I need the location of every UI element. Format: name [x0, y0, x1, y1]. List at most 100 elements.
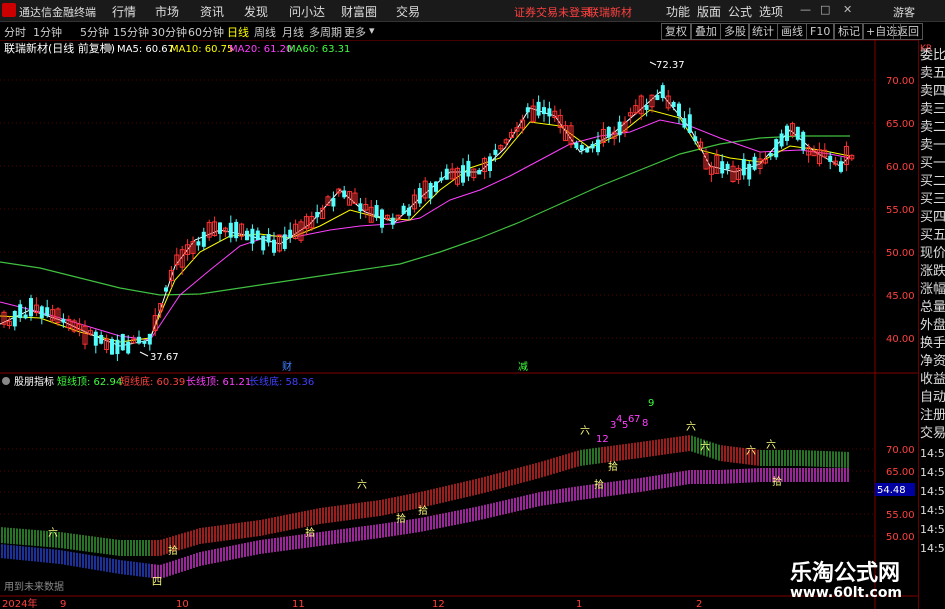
number-mark: 12	[596, 434, 609, 445]
quote-row-buy4[interactable]: 买四	[920, 210, 945, 225]
trade-login-notice[interactable]: 证券交易未登录	[514, 4, 591, 20]
menu-banmian[interactable]: 版面	[697, 3, 721, 20]
quote-row-change[interactable]: 涨跌	[920, 264, 945, 279]
guest-label[interactable]: 游客	[893, 4, 915, 20]
button-back[interactable]: 返回	[893, 23, 923, 40]
quote-row-buy1[interactable]: 买一	[920, 156, 945, 171]
menu-zixun[interactable]: 资讯	[200, 3, 224, 20]
period-toolbar: 分时 1分钟 5分钟 15分钟 30分钟 60分钟 日线 周线 月线 多周期 更…	[0, 22, 945, 41]
tab-more[interactable]: 更多	[344, 24, 366, 40]
quote-row-price[interactable]: 现价	[920, 246, 945, 261]
quote-row-net-assets[interactable]: 净资	[920, 354, 945, 369]
tab-5min[interactable]: 5分钟	[80, 24, 109, 40]
quote-row-sell5[interactable]: 卖五	[920, 66, 945, 81]
mark: 拾	[168, 544, 178, 557]
tab-monthly[interactable]: 月线	[282, 24, 304, 40]
menu-jiaoyi[interactable]: 交易	[396, 3, 420, 20]
quote-row-volume[interactable]: 总量	[920, 300, 945, 315]
quote-row-buy3[interactable]: 买三	[920, 192, 945, 207]
tab-daily[interactable]: 日线	[227, 24, 249, 40]
quote-row-sell4[interactable]: 卖四	[920, 84, 945, 99]
button-huaxian[interactable]: 画线	[777, 23, 807, 40]
maximize-icon[interactable]: □	[820, 3, 830, 16]
tab-weekly[interactable]: 周线	[254, 24, 276, 40]
menu-hangqing[interactable]: 行情	[112, 3, 136, 20]
chart-settings-icon[interactable]	[104, 44, 112, 52]
candle-body	[590, 143, 595, 149]
quote-row-weibi[interactable]: 委比	[920, 48, 945, 63]
tab-fenshi[interactable]: 分时	[4, 24, 26, 40]
candle-body	[606, 126, 611, 138]
candle-body	[196, 241, 201, 246]
ma60-label: MA60: 63.31	[287, 44, 350, 55]
mark: 拾	[396, 512, 406, 525]
quote-row-auto[interactable]: 自动	[920, 390, 945, 405]
close-icon[interactable]: ✕	[843, 3, 852, 16]
tab-30min[interactable]: 30分钟	[151, 24, 187, 40]
y-tick: 40.00	[886, 334, 915, 345]
y-tick: 70.00	[886, 76, 915, 87]
watermark-cn: 乐淘公式网	[790, 561, 901, 586]
button-fuquan[interactable]: 复权	[661, 23, 691, 40]
event-cai-marker[interactable]: 财	[282, 360, 292, 373]
quote-row-earnings[interactable]: 收益	[920, 372, 945, 387]
quote-row-sell1[interactable]: 卖一	[920, 138, 945, 153]
app-logo-icon	[2, 3, 16, 17]
chart-area[interactable]: 联瑞新材(日线 前复权) MA5: 60.67 MA10: 60.75 MA20…	[0, 40, 918, 609]
candle-body	[288, 229, 293, 238]
candle-body	[331, 197, 336, 207]
button-tongji[interactable]: 统计	[748, 23, 778, 40]
tab-multi-period[interactable]: 多周期	[309, 24, 342, 40]
button-f10[interactable]: F10	[806, 23, 835, 40]
long-top-label: 长线顶: 61.21	[186, 375, 251, 388]
mark: 六	[746, 445, 756, 457]
candle-body	[61, 318, 66, 323]
quote-row-buy5[interactable]: 买五	[920, 228, 945, 243]
quote-row-trade[interactable]: 交易	[920, 426, 945, 441]
menu-faxian[interactable]: 发现	[244, 3, 268, 20]
button-diejia[interactable]: 叠加	[691, 23, 721, 40]
mark: 六	[686, 421, 696, 433]
quote-row-sell3[interactable]: 卖三	[920, 102, 945, 117]
indicator-settings-icon[interactable]	[2, 377, 10, 385]
long-bottom-label: 长线底: 58.36	[249, 375, 314, 388]
quote-row-outer[interactable]: 外盘	[920, 318, 945, 333]
short-top-label: 短线顶: 62.94	[57, 375, 122, 388]
candle-body	[147, 333, 152, 345]
candle-body	[434, 181, 438, 192]
candle-body	[282, 234, 287, 249]
candle-body	[671, 102, 676, 107]
tab-15min[interactable]: 15分钟	[113, 24, 149, 40]
minimize-icon[interactable]: —	[800, 3, 811, 16]
quote-row-buy2[interactable]: 买二	[920, 174, 945, 189]
ma5-label: MA5: 60.67	[117, 44, 174, 55]
sub-y-tick: 65.00	[886, 467, 915, 478]
button-duogu[interactable]: 多股	[720, 23, 750, 40]
candle-body	[677, 103, 681, 117]
candle-body	[828, 155, 833, 162]
quote-row-register[interactable]: 注册	[920, 408, 945, 423]
tick-time: 14:5	[920, 504, 945, 517]
quote-row-change-pct[interactable]: 涨幅	[920, 282, 945, 297]
app-title: 通达信金融终端	[19, 6, 96, 19]
menu-gongneng[interactable]: 功能	[666, 3, 690, 20]
menu-wenxiaoda[interactable]: 问小达	[289, 3, 325, 20]
button-biaoji[interactable]: 标记	[834, 23, 864, 40]
candle-body	[234, 221, 239, 239]
candle-body	[444, 168, 449, 180]
candle-body	[525, 107, 530, 113]
more-dropdown-icon[interactable]: ▾	[369, 24, 375, 37]
candle-body	[779, 133, 784, 147]
quote-row-sell2[interactable]: 卖二	[920, 120, 945, 135]
tab-60min[interactable]: 60分钟	[188, 24, 224, 40]
candle-body	[488, 156, 492, 172]
menu-xuanxiang[interactable]: 选项	[759, 3, 783, 20]
menu-caifuquan[interactable]: 财富圈	[341, 3, 377, 20]
quote-row-turnover[interactable]: 换手	[920, 336, 945, 351]
menu-shichang[interactable]: 市场	[155, 3, 179, 20]
menu-gongshi[interactable]: 公式	[728, 3, 752, 20]
tab-1min[interactable]: 1分钟	[33, 24, 62, 40]
event-jian-marker[interactable]: 减	[518, 361, 528, 373]
sub-chart-title: 股朋指标	[14, 375, 54, 388]
x-axis: 2024年 9 10 11 12 1 2	[2, 597, 702, 609]
